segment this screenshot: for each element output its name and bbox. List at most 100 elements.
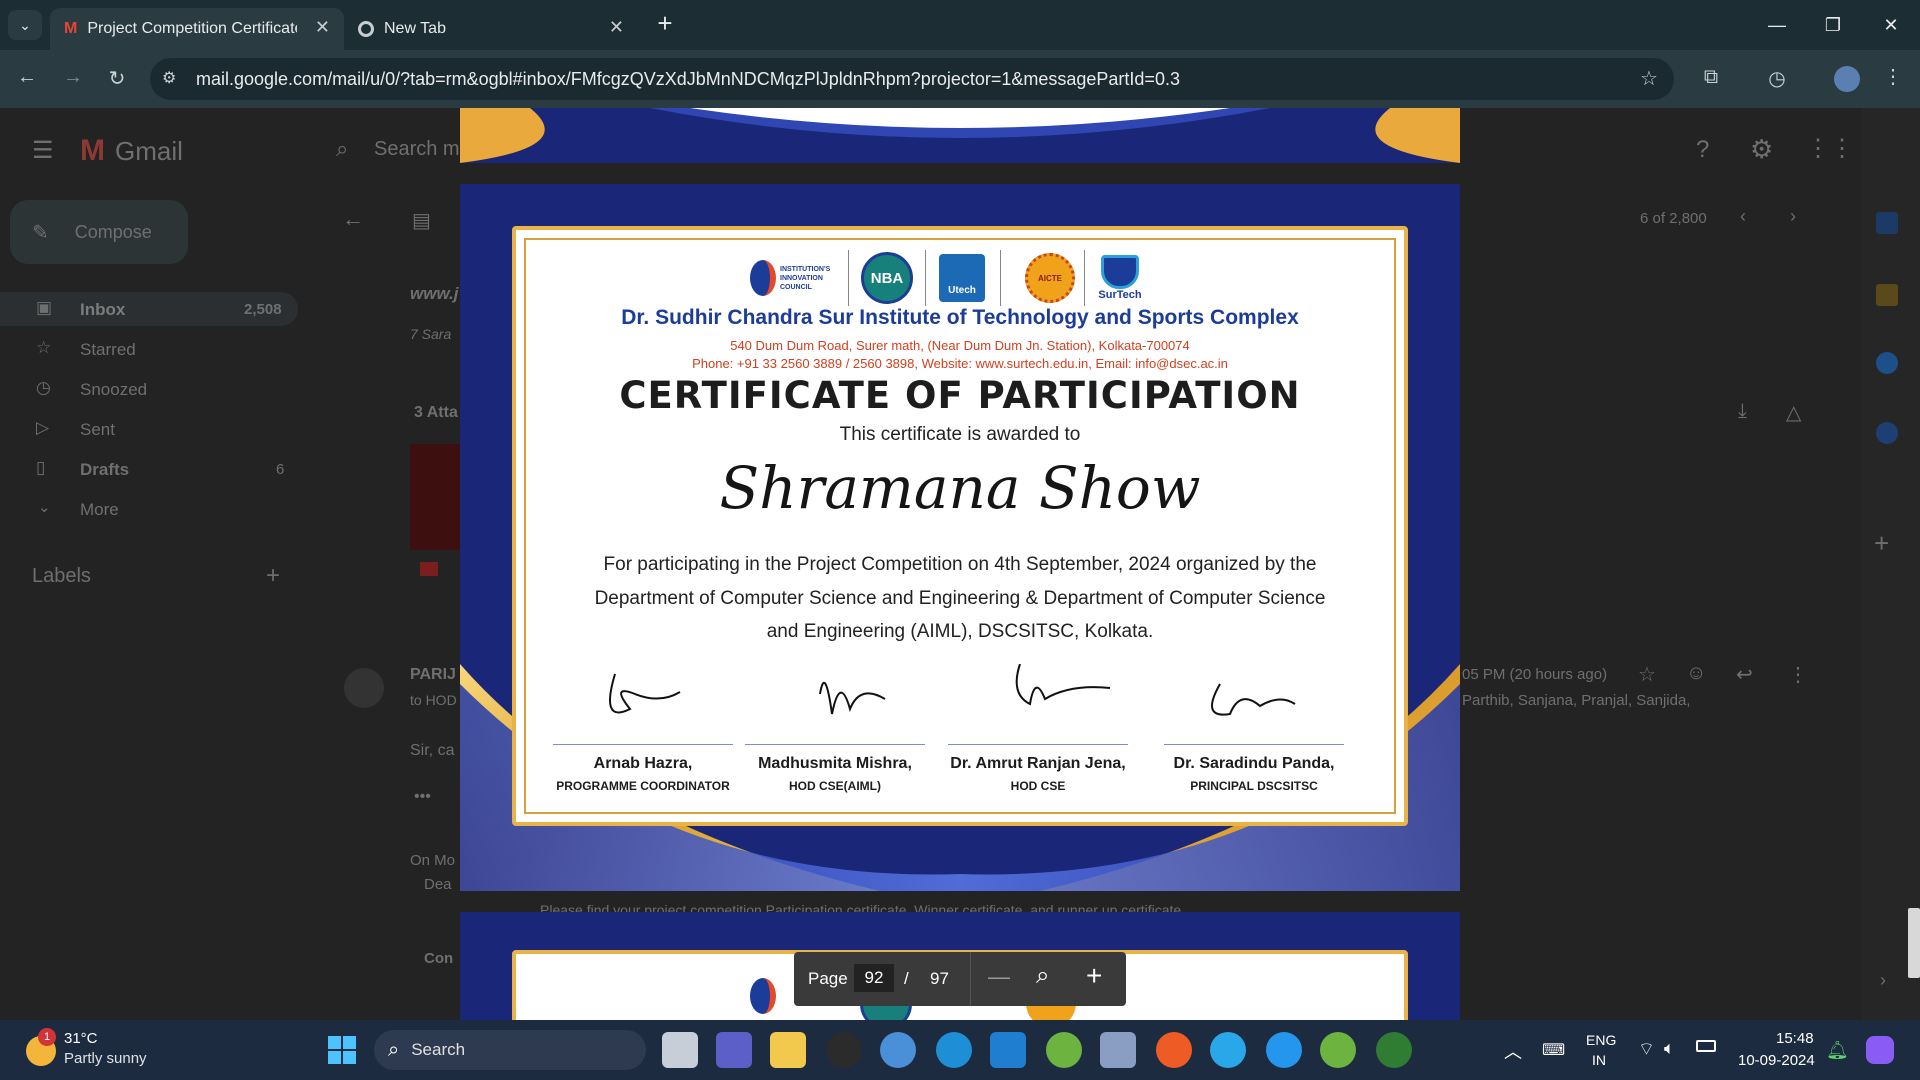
show-hidden-icons[interactable]: ︿: [1504, 1038, 1522, 1064]
copilot-icon[interactable]: [1866, 1036, 1894, 1064]
site-info-icon[interactable]: ⚙: [162, 68, 176, 88]
profile-avatar[interactable]: [1834, 66, 1860, 92]
institute-address: 540 Dum Dum Road, Surer math, (Near Dum …: [730, 338, 1190, 353]
recipients-list: Parthib, Sanjana, Pranjal, Sanjida,: [1462, 692, 1691, 709]
more-options-icon[interactable]: ⋮: [1788, 662, 1808, 687]
sidebar-item-starred[interactable]: Starred: [80, 340, 136, 360]
settings-gear-icon[interactable]: ⚙: [1750, 134, 1773, 165]
dell-icon[interactable]: [826, 1032, 862, 1068]
close-tab-icon[interactable]: ✕: [315, 17, 330, 38]
email-time: 05 PM (20 hours ago): [1462, 666, 1608, 683]
contacts-icon[interactable]: [1876, 422, 1898, 444]
search-icon[interactable]: ⌕: [336, 136, 348, 162]
spring-boot-icon[interactable]: [1320, 1032, 1356, 1068]
pencil-icon: ✎: [32, 221, 49, 244]
labels-heading: Labels: [32, 565, 91, 587]
start-windows-icon[interactable]: [328, 1036, 356, 1064]
minimize-icon[interactable]: —: [1754, 10, 1800, 40]
clock-time[interactable]: 15:48: [1776, 1030, 1814, 1047]
teams-icon[interactable]: [716, 1032, 752, 1068]
side-panel: [1862, 108, 1920, 1020]
star-email-icon[interactable]: ☆: [1638, 662, 1656, 687]
sidebar-item-more[interactable]: More: [80, 500, 119, 520]
back-to-inbox-icon[interactable]: ←: [342, 206, 364, 232]
language-indicator[interactable]: ENG: [1586, 1032, 1616, 1048]
extensions-icon[interactable]: ⧉: [1696, 66, 1726, 89]
close-window-icon[interactable]: ✕: [1868, 10, 1914, 40]
prev-email-icon[interactable]: ‹: [1740, 206, 1746, 227]
compose-button[interactable]: ✎ Compose: [10, 200, 188, 264]
search-icon: ⌕: [388, 1038, 400, 1061]
add-label-icon[interactable]: +: [266, 562, 280, 590]
get-addons-icon[interactable]: +: [1874, 528, 1889, 559]
download-icon[interactable]: ⤓: [1738, 400, 1747, 423]
attachment-thumbnail[interactable]: [410, 444, 460, 550]
sidebar-item-drafts[interactable]: Drafts: [80, 460, 129, 480]
url-text[interactable]: mail.google.com/mail/u/0/?tab=rm&ogbl#in…: [196, 69, 1180, 90]
taskbar-search[interactable]: ⌕ Search: [374, 1030, 646, 1070]
app-icon[interactable]: [1210, 1032, 1246, 1068]
main-menu-icon[interactable]: ☰: [32, 136, 54, 165]
tab-search-button[interactable]: ⌄: [8, 10, 42, 40]
volume-icon[interactable]: 🔈︎: [1664, 1038, 1675, 1059]
page-label: Page: [808, 969, 848, 988]
keyboard-icon[interactable]: ⌨: [1542, 1040, 1565, 1060]
docker-icon[interactable]: [1266, 1032, 1302, 1068]
zoom-icon[interactable]: ⌕: [1036, 962, 1049, 990]
page-number-input[interactable]: 92: [854, 964, 894, 992]
tab-title: Project Competition Certificates: [87, 20, 298, 37]
archive-icon[interactable]: ▤: [412, 208, 431, 233]
quoted-text: Con: [424, 950, 454, 967]
battery-icon[interactable]: [1696, 1040, 1716, 1052]
reply-icon[interactable]: ↩: [1736, 662, 1753, 687]
postman-icon[interactable]: [1156, 1032, 1192, 1068]
page-separator: /: [904, 969, 909, 988]
pagination-text: 6 of 2,800: [1640, 210, 1707, 227]
scrollbar-track[interactable]: [1908, 908, 1920, 978]
apps-grid-icon[interactable]: ⋮⋮: [1806, 134, 1854, 163]
new-tab-button[interactable]: +: [650, 8, 680, 39]
vscode-icon[interactable]: [990, 1032, 1026, 1068]
keep-icon[interactable]: [1876, 284, 1898, 306]
calendar-icon[interactable]: [1876, 212, 1898, 234]
chrome-icon[interactable]: [880, 1032, 916, 1068]
forward-icon[interactable]: →: [58, 66, 88, 89]
zoom-out-icon[interactable]: —: [988, 964, 1010, 990]
zoom-in-icon[interactable]: +: [1086, 960, 1102, 992]
history-icon[interactable]: ◷: [1762, 66, 1792, 91]
scroll-right-icon[interactable]: ›: [1880, 970, 1886, 991]
edge-icon[interactable]: [936, 1032, 972, 1068]
pdf-page-toolbar: Page 92 / 97 — ⌕ +: [794, 952, 1126, 1006]
page-border-art: [460, 108, 1460, 163]
hs-app-icon[interactable]: [1376, 1032, 1412, 1068]
file-explorer-icon[interactable]: [770, 1032, 806, 1068]
inbox-count: 2,508: [244, 301, 282, 318]
close-tab-icon[interactable]: ✕: [609, 17, 624, 38]
spring-tools-icon[interactable]: [1046, 1032, 1082, 1068]
next-email-icon[interactable]: ›: [1790, 206, 1796, 227]
restore-icon[interactable]: ❐: [1810, 10, 1856, 40]
chrome-menu-icon[interactable]: ⋮: [1878, 64, 1908, 89]
clock-date[interactable]: 10-09-2024: [1738, 1052, 1815, 1069]
iic-logo: INSTITUTION'S INNOVATION COUNCIL: [745, 252, 845, 304]
help-icon[interactable]: ?: [1696, 136, 1709, 164]
tasks-icon[interactable]: [1876, 352, 1898, 374]
logo-dividers: [848, 250, 849, 306]
task-view-icon[interactable]: [662, 1032, 698, 1068]
notification-bell-icon[interactable]: 🔔︎: [1826, 1040, 1849, 1061]
bookmark-star-icon[interactable]: ☆: [1634, 66, 1664, 91]
gmail-favicon-icon: M: [64, 20, 78, 37]
back-icon[interactable]: ←: [12, 66, 42, 89]
virtualbox-icon[interactable]: [1100, 1032, 1136, 1068]
tab-gmail-certificates[interactable]: M Project Competition Certificates ✕: [50, 8, 344, 50]
search-input[interactable]: Search m: [374, 138, 460, 161]
reload-icon[interactable]: ↻: [102, 66, 132, 91]
wifi-icon[interactable]: ⌔: [1638, 1038, 1655, 1061]
sidebar-item-sent[interactable]: Sent: [80, 420, 115, 440]
gmail-m-icon: M: [80, 134, 105, 167]
tab-new-tab[interactable]: New Tab ✕: [346, 8, 638, 50]
show-trimmed-icon[interactable]: •••: [414, 788, 431, 806]
sidebar-item-snoozed[interactable]: Snoozed: [80, 380, 147, 400]
save-to-drive-icon[interactable]: △: [1786, 400, 1801, 425]
emoji-icon[interactable]: ☺: [1686, 662, 1706, 685]
